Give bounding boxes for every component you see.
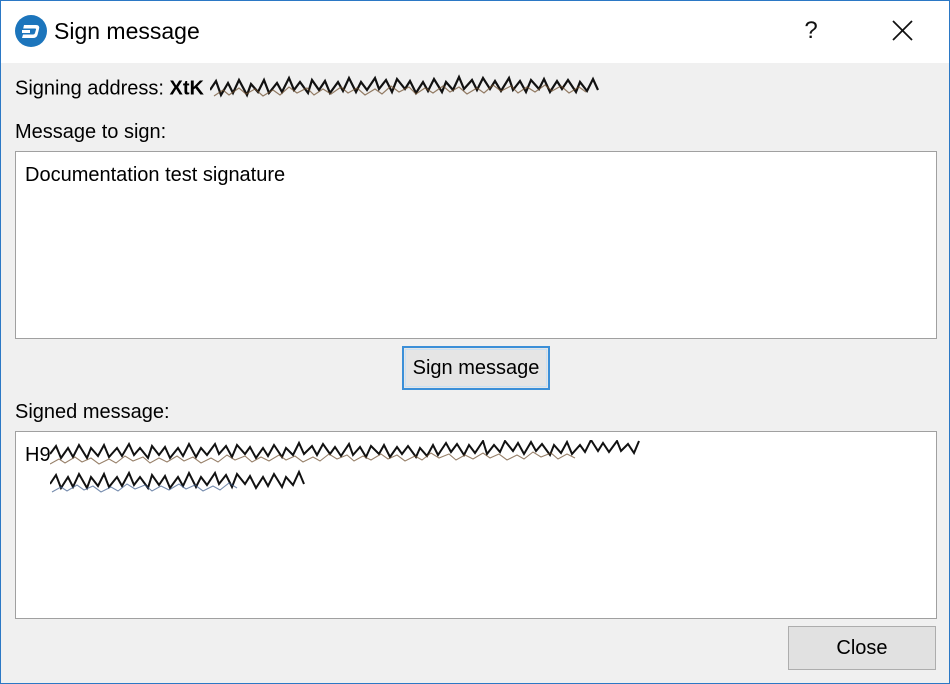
signing-address-value: XtK xyxy=(169,77,204,100)
window-title: Sign message xyxy=(54,18,200,44)
message-input[interactable]: Documentation test signature xyxy=(15,151,937,339)
close-button[interactable]: Close xyxy=(788,626,936,670)
message-to-sign-label: Message to sign: xyxy=(15,121,167,143)
help-icon[interactable]: ? xyxy=(787,11,835,51)
redacted-address-scribble xyxy=(209,74,599,98)
close-icon[interactable] xyxy=(879,11,927,51)
signed-message-label: Signed message: xyxy=(15,401,170,423)
sign-message-button[interactable]: Sign message xyxy=(402,346,550,390)
signing-address-label: Signing address: xyxy=(15,77,164,100)
sign-message-dialog: Sign message ? Signing address: XtK Mess… xyxy=(0,0,950,684)
message-input-text: Documentation test signature xyxy=(25,164,286,186)
title-bar: Sign message ? xyxy=(1,1,949,63)
redacted-signature-scribble xyxy=(50,440,640,493)
signed-message-text: H9 xyxy=(25,444,51,466)
dash-logo-icon xyxy=(15,15,47,47)
signed-message-output[interactable]: H9 xyxy=(15,431,937,619)
signing-address-row: Signing address: XtK xyxy=(15,74,665,104)
